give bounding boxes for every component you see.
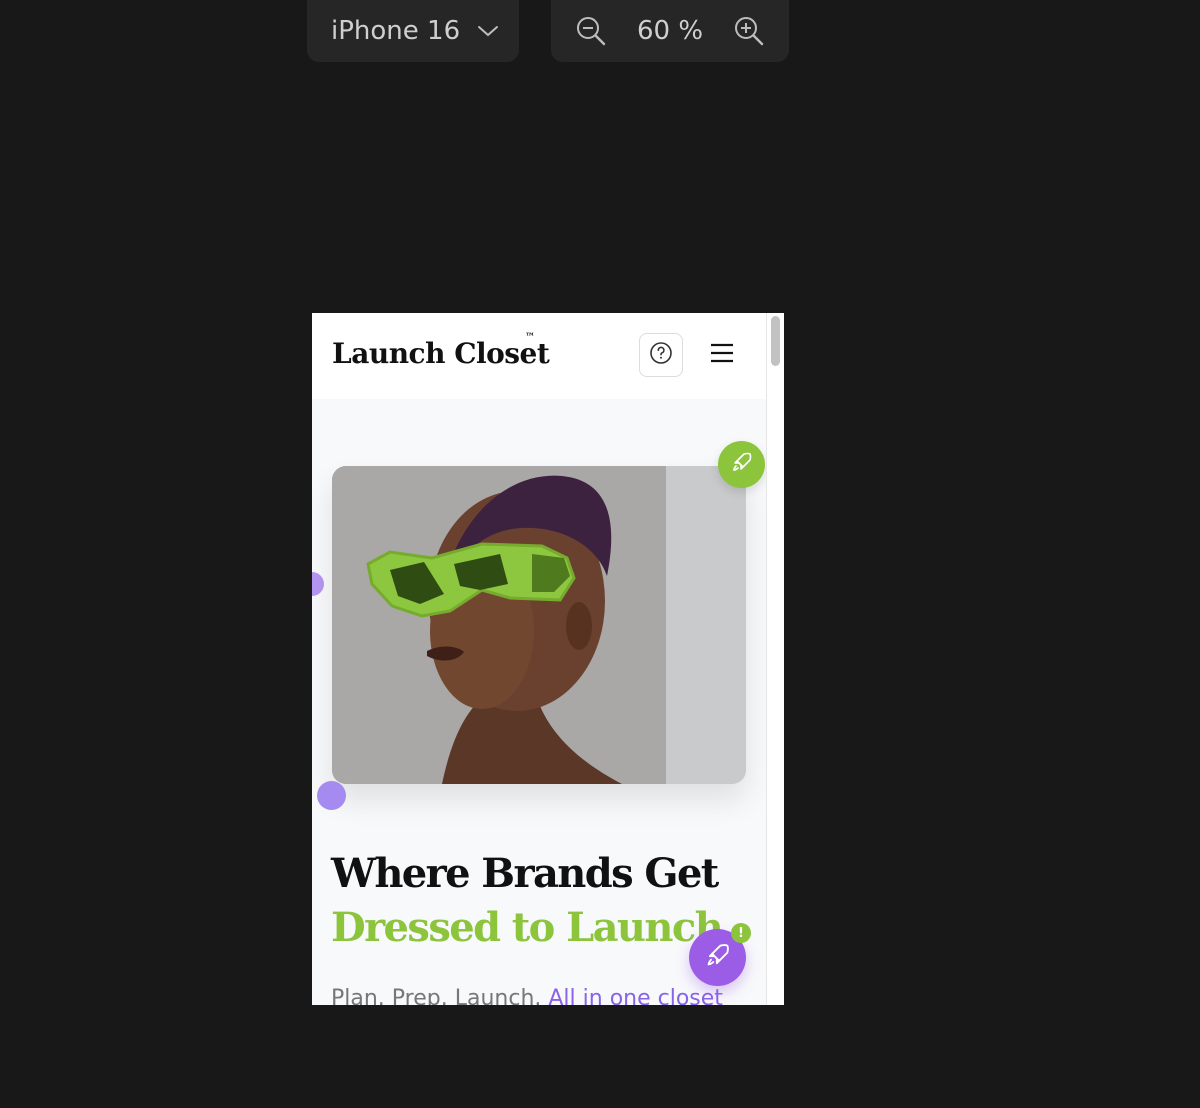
zoom-control: 60 % [551, 0, 789, 62]
rocket-icon [730, 450, 754, 479]
site-header: Launch Closet ™ [312, 313, 766, 399]
scrollbar-thumb[interactable] [771, 316, 780, 366]
alert-badge: ! [731, 923, 751, 943]
rocket-icon [704, 941, 732, 974]
hero-image [332, 466, 746, 784]
device-select[interactable]: iPhone 16 [307, 0, 519, 62]
decorative-dot [312, 572, 324, 596]
hamburger-menu-icon [709, 342, 735, 369]
zoom-out-icon[interactable] [575, 15, 607, 47]
brand-logo[interactable]: Launch Closet [332, 337, 550, 370]
rocket-badge[interactable] [718, 441, 765, 488]
hero-subtitle-link[interactable]: All in one closet [548, 986, 723, 1005]
hero-subtitle-text: Plan. Prep. Launch. [331, 986, 542, 1005]
zoom-in-icon[interactable] [733, 15, 765, 47]
help-button[interactable] [639, 333, 683, 377]
hero-title: Where Brands Get Dressed to Launch [331, 847, 751, 955]
zoom-level: 60 % [636, 16, 704, 46]
hero-title-line2: Dressed to Launch [331, 904, 724, 951]
hero-title-line1: Where Brands Get [331, 850, 719, 897]
decorative-dot [317, 781, 346, 810]
chevron-down-icon [477, 24, 499, 38]
device-label: iPhone 16 [331, 16, 461, 46]
phone-preview: Launch Closet ™ Where Brands Get Dressed… [312, 313, 784, 1005]
hero-subtitle: Plan. Prep. Launch. All in one closet [331, 986, 751, 1005]
help-icon [649, 341, 673, 370]
trademark-symbol: ™ [525, 332, 535, 343]
scrollbar[interactable] [766, 313, 784, 1005]
menu-button[interactable] [704, 337, 740, 373]
